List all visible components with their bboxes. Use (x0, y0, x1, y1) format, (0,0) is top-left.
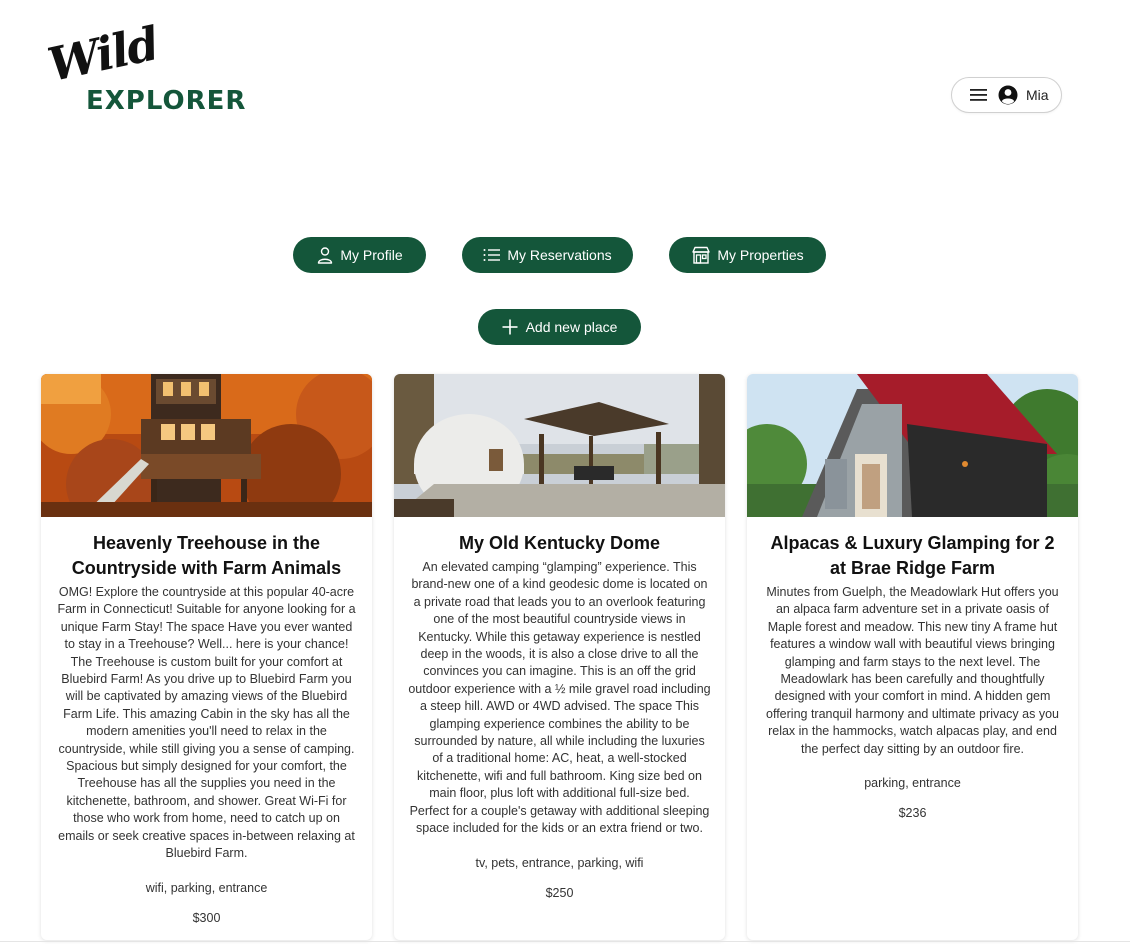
listing-description: An elevated camping “glamping” experienc… (408, 560, 711, 836)
my-reservations-label: My Reservations (507, 247, 612, 263)
add-new-place-button[interactable]: Add new place (478, 309, 641, 345)
my-reservations-button[interactable]: My Reservations (462, 237, 633, 273)
listing-card[interactable]: Heavenly Treehouse in the Countryside wi… (41, 374, 372, 940)
logo-script-text: Wild (43, 16, 162, 92)
listing-description: OMG! Explore the countryside at this pop… (57, 585, 356, 861)
listing-price: $250 (545, 885, 574, 900)
listing-title: My Old Kentucky Dome (458, 533, 661, 553)
my-properties-label: My Properties (717, 247, 804, 263)
listing-price: $300 (192, 910, 221, 925)
building-icon (692, 246, 711, 264)
logo[interactable]: Wild EXPLORER (43, 16, 247, 120)
add-new-place-label: Add new place (525, 319, 618, 335)
listing-amenities: wifi, parking, entrance (145, 880, 268, 895)
user-menu-button[interactable]: Mia (951, 77, 1062, 113)
user-name: Mia (1026, 87, 1049, 103)
logo-block-text: EXPLORER (86, 86, 247, 116)
listing-description: Minutes from Guelph, the Meadowlark Hut … (766, 585, 1059, 756)
page-bottom-divider (0, 941, 1130, 942)
listing-title: Alpacas & Luxury Glamping for 2 at Brae … (770, 533, 1055, 578)
listing-amenities: parking, entrance (864, 776, 961, 791)
list-icon (483, 249, 501, 261)
listing-card[interactable]: Alpacas & Luxury Glamping for 2 at Brae … (747, 374, 1078, 940)
listing-photo-treehouse (41, 374, 372, 517)
listing-title: Heavenly Treehouse in the Countryside wi… (71, 533, 342, 578)
my-profile-button[interactable]: My Profile (293, 237, 426, 273)
hamburger-icon (970, 88, 988, 102)
my-profile-label: My Profile (340, 247, 403, 263)
listing-photo-a-frame-hut (747, 374, 1078, 517)
listing-card[interactable]: My Old Kentucky Dome An elevated camping… (394, 374, 725, 940)
user-circle-icon (998, 85, 1018, 105)
listing-photo-dome (394, 374, 725, 517)
listing-amenities: tv, pets, entrance, parking, wifi (475, 855, 644, 870)
listing-price: $236 (898, 806, 927, 821)
user-icon (318, 247, 333, 264)
plus-icon (502, 319, 518, 335)
my-properties-button[interactable]: My Properties (669, 237, 826, 273)
